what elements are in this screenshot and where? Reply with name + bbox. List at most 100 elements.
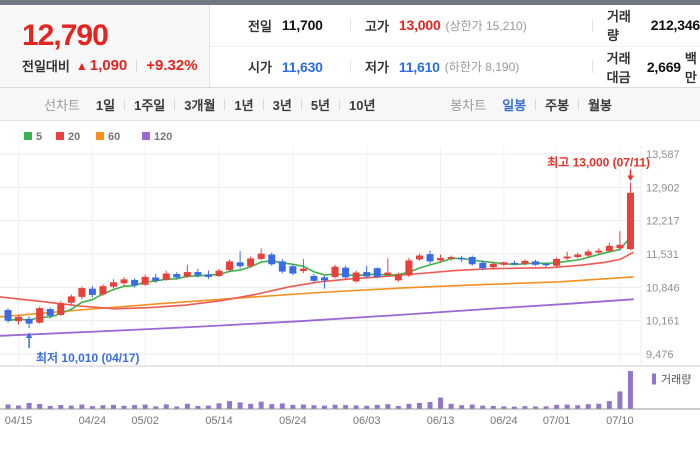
period-3month[interactable]: 3개월 <box>184 95 215 114</box>
volume-bar <box>416 402 422 409</box>
stats-table: 전일 11,700 고가 13,000 (상한가 15,210) 거래량 212… <box>210 5 700 87</box>
candle-up <box>489 263 497 268</box>
candle-up <box>574 254 582 257</box>
candle-up <box>595 250 603 253</box>
candle-down <box>204 274 212 277</box>
candle-down <box>468 256 476 265</box>
volume-bar <box>627 371 633 409</box>
mode-monthly[interactable]: 월봉 <box>588 95 612 114</box>
candle-up <box>226 261 234 271</box>
volume-bar <box>606 401 612 409</box>
volume-bar <box>459 405 465 409</box>
trade-amount-cell: 거래대금 2,669 백만 <box>592 48 700 86</box>
candle-down <box>173 274 181 278</box>
period-1week[interactable]: 1주일 <box>134 95 165 114</box>
volume-label: 거래량 <box>606 9 631 44</box>
up-triangle-icon: ▲ <box>75 58 88 73</box>
volume-bar <box>406 403 412 409</box>
candle-up <box>500 262 508 265</box>
volume-bar <box>227 401 233 409</box>
volume-legend-label: 거래량 <box>661 373 691 386</box>
day-low-value: 11,610 <box>398 58 440 75</box>
candle-down <box>25 318 33 324</box>
volume-bar <box>311 405 317 409</box>
candle-down <box>426 254 434 262</box>
candle-down <box>131 279 139 286</box>
mode-daily[interactable]: 일봉 <box>502 95 526 114</box>
candle-down <box>458 257 466 260</box>
volume-bar <box>58 405 64 409</box>
volume-bar <box>374 404 380 409</box>
candle-up <box>437 257 445 261</box>
volume-bar <box>575 405 581 409</box>
candlestick-chart: 13,587 12,902 12,217 11,531 10,846 10,161 9,47… <box>0 131 700 427</box>
divider <box>592 60 593 74</box>
chart-area: 13,587 12,902 12,217 11,531 10,846 10,161 9,47… <box>0 121 700 449</box>
ma120-line <box>0 298 634 337</box>
candle-up <box>36 308 44 323</box>
candle-up <box>299 268 307 272</box>
lower-limit-value: (하한가 8,190) <box>444 60 520 75</box>
volume-bar <box>237 402 243 409</box>
x-axis-label: 05/14 <box>205 415 233 427</box>
trade-amount-value: 2,669 <box>646 58 681 75</box>
divider <box>262 98 264 110</box>
divider <box>535 98 537 110</box>
mode-weekly[interactable]: 주봉 <box>545 95 569 114</box>
candle-up <box>584 251 592 256</box>
candle-up <box>141 276 149 285</box>
day-high-value: 13,000 <box>398 17 441 34</box>
volume-bar <box>554 404 560 409</box>
candle-down <box>88 288 96 295</box>
day-low-cell: 저가 11,610 (하한가 8,190) <box>350 57 592 76</box>
y-axis-label: 13,587 <box>646 149 680 161</box>
volume-value: 212,346 <box>650 17 700 34</box>
volume-bar <box>269 404 275 409</box>
candle-up <box>215 270 223 276</box>
stats-row-1: 전일 11,700 고가 13,000 (상한가 15,210) 거래량 212… <box>210 5 700 47</box>
candle-down <box>532 261 539 265</box>
current-price-panel: 12,790 전일대비 ▲ 1,090 +9.32% <box>0 5 210 87</box>
period-10year[interactable]: 10년 <box>349 95 375 114</box>
candle-down <box>479 262 487 269</box>
upper-limit-value: (상한가 15,210) <box>445 18 527 33</box>
period-3year[interactable]: 3년 <box>273 95 292 114</box>
y-axis-label: 10,846 <box>646 282 680 294</box>
candle-up <box>331 266 339 277</box>
day-open-value: 11,630 <box>281 58 323 75</box>
candle-up <box>616 244 624 249</box>
divider <box>174 98 176 110</box>
divider <box>592 18 593 32</box>
candle-down <box>510 262 518 265</box>
period-5year[interactable]: 5년 <box>311 95 330 114</box>
candle-down <box>152 277 160 281</box>
volume-bar <box>343 405 349 409</box>
volume-bar <box>132 405 138 409</box>
candle-down <box>46 309 54 316</box>
candle-down <box>4 310 12 321</box>
candle-up <box>415 255 423 260</box>
candle-up <box>57 303 65 315</box>
candle-up <box>626 192 634 250</box>
x-axis-label: 07/10 <box>606 415 634 427</box>
x-axis-label: 07/01 <box>543 415 571 427</box>
volume-bar <box>37 403 43 409</box>
candle-down <box>236 262 244 267</box>
candle-up <box>394 274 402 281</box>
x-axis-label: 04/15 <box>5 415 33 427</box>
volume-bar <box>111 404 116 409</box>
ma-legend-label: 5 <box>36 131 42 143</box>
y-axis-label: 10,161 <box>646 316 680 328</box>
candle-up <box>405 260 413 276</box>
candle-up <box>15 316 23 322</box>
period-group: 선차트 1일 1주일 3개월 1년 3년 5년 10년 <box>44 95 375 114</box>
candle-up <box>110 282 117 287</box>
volume-bar <box>322 405 327 409</box>
period-1year[interactable]: 1년 <box>234 95 253 114</box>
down-arrow-icon <box>627 175 634 182</box>
x-axis-label: 06/03 <box>353 415 381 427</box>
candle-up <box>352 272 360 282</box>
ma-legend-swatch <box>96 132 104 140</box>
period-1day[interactable]: 1일 <box>96 95 115 114</box>
volume-bar <box>290 404 296 409</box>
